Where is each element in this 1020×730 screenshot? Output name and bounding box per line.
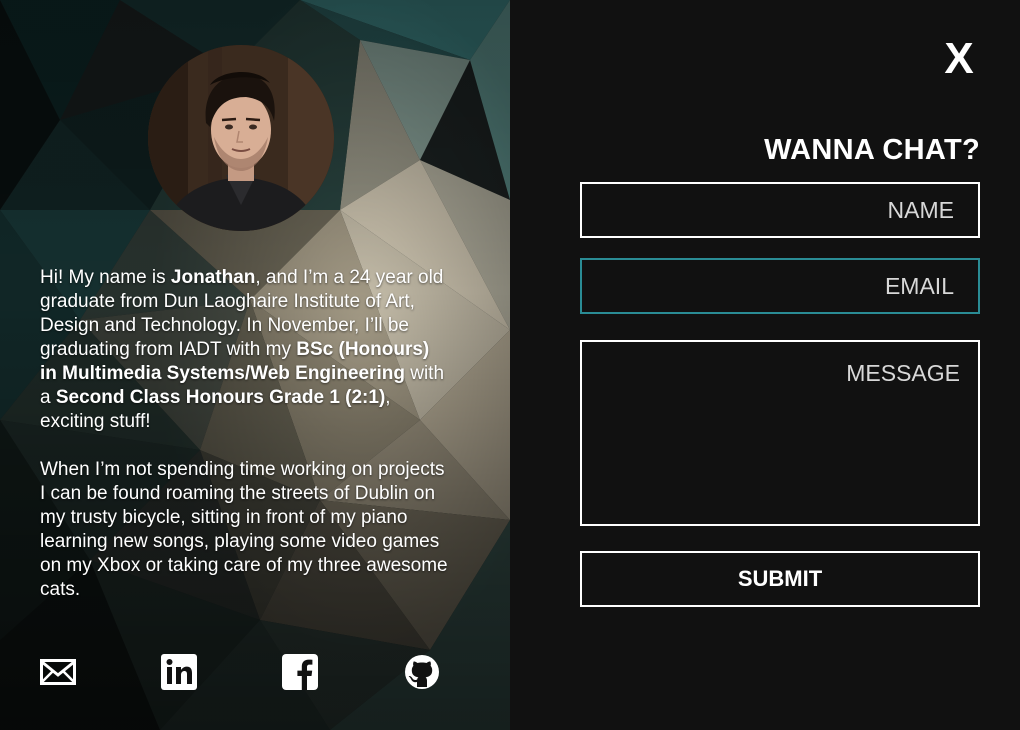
social-links (0, 654, 510, 694)
profile-photo (148, 45, 334, 231)
about-panel: Hi! My name is Jonathan, and I’m a 24 ye… (0, 0, 510, 730)
avatar (148, 45, 334, 231)
facebook-icon (282, 654, 318, 690)
github-link[interactable] (404, 654, 440, 690)
mail-icon (40, 659, 76, 685)
facebook-link[interactable] (282, 654, 318, 690)
bio-highlight: Second Class Honours Grade 1 (2:1) (55, 387, 386, 408)
linkedin-link[interactable] (161, 654, 197, 690)
bio-highlight: Jonathan (170, 267, 256, 288)
contact-panel: X WANNA CHAT? SUBMIT (510, 0, 1020, 730)
email-field[interactable] (580, 258, 980, 314)
github-icon (405, 655, 439, 689)
email-link[interactable] (40, 654, 76, 690)
contact-title: WANNA CHAT? (764, 134, 980, 166)
bio: Hi! My name is Jonathan, and I’m a 24 ye… (40, 266, 450, 626)
close-button[interactable]: X (942, 37, 976, 81)
bio-text: Hi! My name is (40, 267, 171, 288)
name-field[interactable] (580, 182, 980, 238)
bio-paragraph-1: Hi! My name is Jonathan, and I’m a 24 ye… (40, 266, 450, 434)
bio-paragraph-2: When I’m not spending time working on pr… (40, 459, 448, 600)
submit-button[interactable]: SUBMIT (580, 551, 980, 607)
linkedin-icon (161, 654, 197, 690)
message-field[interactable] (580, 340, 980, 526)
